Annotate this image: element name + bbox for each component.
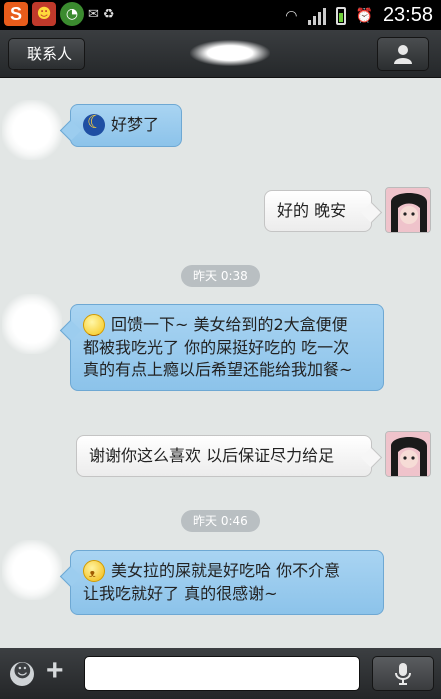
status-bar: S ☻ ◔ ✉ ♻ ◠ ⏰ 23:58 bbox=[0, 0, 441, 30]
smile-emoji-icon bbox=[83, 313, 105, 340]
message-bubble-outgoing[interactable]: 好的 晚安 bbox=[264, 190, 372, 232]
message-text-line: 真的有点上瘾以后希望还能给我加餐~ bbox=[83, 359, 353, 379]
browser-icon: ◔ bbox=[60, 2, 84, 26]
back-button[interactable]: 联系人 bbox=[8, 38, 86, 70]
wifi-icon: ◠ bbox=[285, 7, 298, 24]
input-bar: + bbox=[0, 648, 441, 699]
message-text-line: 美女拉的屎就是好吃哈 你不介意 bbox=[111, 561, 341, 580]
system-indicators: ◠ ⏰ 23:58 bbox=[285, 4, 433, 27]
message-bubble-incoming[interactable]: 美女拉的屎就是好吃哈 你不介意 让我吃就好了 真的很感谢~ bbox=[70, 550, 384, 615]
message-text-line: 回馈一下~ 美女给到的2大盒便便 bbox=[111, 315, 348, 334]
title-bar: 联系人 bbox=[0, 30, 441, 78]
face-app-icon: ☻ bbox=[32, 2, 56, 26]
timestamp: 昨天 0:46 bbox=[181, 510, 260, 532]
battery-icon bbox=[335, 6, 346, 25]
emoji-icon[interactable] bbox=[10, 661, 34, 686]
voice-button[interactable] bbox=[372, 656, 434, 691]
message-bubble-incoming[interactable]: 回馈一下~ 美女给到的2大盒便便 都被我吃光了 你的屎挺好吃的 吃一次 真的有点… bbox=[70, 304, 384, 391]
message-text-line: 让我吃就好了 真的很感谢~ bbox=[83, 583, 278, 603]
recycle-icon: ♻ bbox=[102, 6, 115, 22]
user-avatar[interactable] bbox=[385, 431, 431, 477]
person-icon bbox=[394, 45, 412, 64]
clock: 23:58 bbox=[382, 4, 433, 26]
avatar-photo bbox=[386, 432, 430, 476]
timestamp: 昨天 0:38 bbox=[181, 265, 260, 287]
avatar-photo bbox=[386, 188, 430, 232]
microphone-icon bbox=[395, 662, 411, 685]
message-text-line: 都被我吃光了 你的屎挺好吃的 吃一次 bbox=[83, 337, 350, 357]
contact-avatar[interactable] bbox=[2, 540, 62, 600]
contact-avatar[interactable] bbox=[2, 294, 62, 354]
chat-area[interactable]: 好梦了 好的 晚安 昨天 0:38 回馈一下~ 美女给到的2大盒便便 都被我吃光… bbox=[0, 78, 441, 648]
message-text: 好梦了 bbox=[111, 115, 160, 134]
message-bubble-outgoing[interactable]: 谢谢你这么喜欢 以后保证尽力给足 bbox=[76, 435, 372, 477]
message-input[interactable] bbox=[84, 656, 360, 691]
moon-emoji-icon bbox=[83, 112, 105, 136]
signal-icon bbox=[307, 7, 326, 25]
contact-avatar[interactable] bbox=[2, 100, 62, 160]
notification-icons: S ☻ ◔ ✉ ♻ bbox=[4, 2, 115, 26]
mail-icon: ✉ bbox=[88, 6, 99, 22]
plus-icon[interactable]: + bbox=[46, 656, 64, 686]
yawn-emoji-icon bbox=[83, 559, 105, 585]
message-text: 好的 晚安 bbox=[277, 201, 347, 220]
weibo-s-icon: S bbox=[4, 2, 28, 26]
user-avatar[interactable] bbox=[385, 187, 431, 233]
alarm-icon: ⏰ bbox=[355, 7, 373, 24]
contact-name-redacted bbox=[190, 40, 270, 66]
profile-button[interactable] bbox=[377, 37, 429, 71]
message-text: 谢谢你这么喜欢 以后保证尽力给足 bbox=[89, 446, 335, 465]
message-bubble-incoming[interactable]: 好梦了 bbox=[70, 104, 182, 147]
